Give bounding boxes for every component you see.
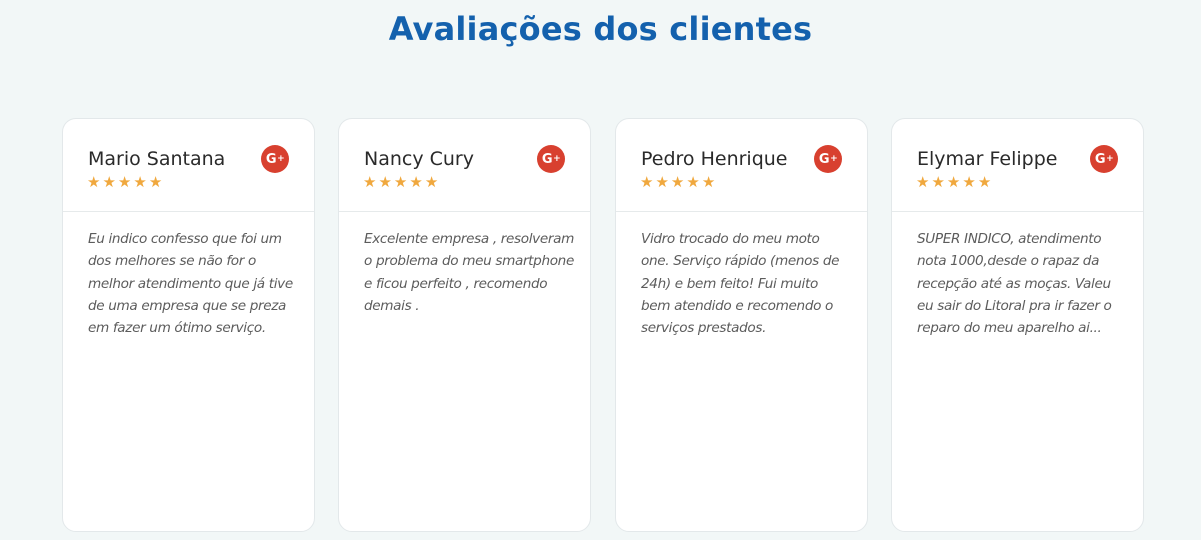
star-rating: ★ ★ ★ ★ ★ bbox=[87, 175, 162, 190]
star-icon: ★ bbox=[686, 174, 700, 191]
review-card-header: Elymar Felippe G + ★ ★ ★ ★ ★ bbox=[892, 119, 1143, 212]
star-icon: ★ bbox=[409, 174, 423, 191]
reviewer-name: Elymar Felippe bbox=[917, 148, 1058, 170]
review-card: Elymar Felippe G + ★ ★ ★ ★ ★ SUPER INDICO… bbox=[891, 118, 1144, 532]
star-icon: ★ bbox=[363, 174, 377, 191]
star-icon: ★ bbox=[133, 174, 147, 191]
star-icon: ★ bbox=[977, 174, 992, 191]
reviewer-name: Nancy Cury bbox=[364, 148, 474, 170]
star-rating: ★ ★ ★ ★ ★ bbox=[640, 175, 715, 190]
review-card: Nancy Cury G + ★ ★ ★ ★ ★ Excelente empres… bbox=[338, 118, 591, 532]
review-card-header: Nancy Cury G + ★ ★ ★ ★ ★ bbox=[339, 119, 590, 212]
star-icon: ★ bbox=[102, 174, 116, 191]
star-icon: ★ bbox=[87, 174, 101, 191]
review-card: Mario Santana G + ★ ★ ★ ★ ★ Eu indico con… bbox=[62, 118, 315, 532]
star-icon: ★ bbox=[946, 174, 961, 191]
google-plus-icon[interactable]: G + bbox=[537, 145, 565, 173]
star-icon: ★ bbox=[640, 174, 654, 191]
star-icon: ★ bbox=[655, 174, 669, 191]
review-text: SUPER INDICO, atendimento nota 1000,desd… bbox=[917, 231, 1112, 337]
section-title: Avaliações dos clientes bbox=[388, 10, 813, 48]
star-icon: ★ bbox=[148, 174, 163, 191]
star-rating: ★ ★ ★ ★ ★ bbox=[363, 175, 438, 190]
review-text: Vidro trocado do meu moto one. Serviço r… bbox=[641, 231, 840, 337]
star-icon: ★ bbox=[931, 174, 945, 191]
google-plus-icon[interactable]: G + bbox=[261, 145, 289, 173]
star-icon: ★ bbox=[916, 174, 930, 191]
google-plus-icon[interactable]: G + bbox=[814, 145, 842, 173]
google-plus-icon[interactable]: G + bbox=[1090, 145, 1118, 173]
review-text: Eu indico confesso que foi um dos melhor… bbox=[88, 231, 293, 337]
star-rating: ★ ★ ★ ★ ★ bbox=[916, 175, 991, 190]
star-icon: ★ bbox=[670, 174, 685, 191]
reviewer-name: Pedro Henrique bbox=[641, 148, 788, 170]
star-icon: ★ bbox=[393, 174, 408, 191]
star-icon: ★ bbox=[701, 174, 716, 191]
review-card-header: Pedro Henrique G + ★ ★ ★ ★ ★ bbox=[616, 119, 867, 212]
star-icon: ★ bbox=[962, 174, 976, 191]
star-icon: ★ bbox=[424, 174, 439, 191]
star-icon: ★ bbox=[378, 174, 392, 191]
reviewer-name: Mario Santana bbox=[88, 148, 226, 170]
review-card: Pedro Henrique G + ★ ★ ★ ★ ★ Vidro trocad… bbox=[615, 118, 868, 532]
star-icon: ★ bbox=[117, 174, 132, 191]
review-text: Excelente empresa , resolveram o problem… bbox=[364, 231, 575, 314]
review-card-header: Mario Santana G + ★ ★ ★ ★ ★ bbox=[63, 119, 314, 212]
